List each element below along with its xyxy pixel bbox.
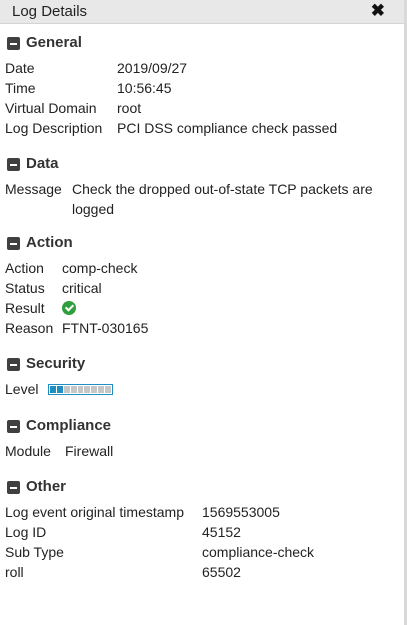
section-other: Other Log event original timestamp 15695… [0,477,400,582]
section-action: Action Action comp-check Status critical… [0,233,400,338]
section-security-header[interactable]: Security [0,354,400,376]
field-row-virtual-domain: Virtual Domain root [0,98,400,118]
section-security: Security Level [0,354,400,399]
field-value: 65502 [202,564,241,580]
collapse-icon[interactable] [7,158,20,171]
section-data: Data Message Check the dropped out-of-st… [0,154,400,219]
field-value: 45152 [202,524,241,540]
field-label: Reason [5,320,54,336]
field-label: roll [5,564,24,580]
field-value: root [117,100,142,116]
security-level-bar [48,384,113,395]
level-segment [50,386,56,393]
level-segment [105,386,112,393]
field-row-action: Action comp-check [0,258,400,278]
field-value: comp-check [62,260,138,276]
field-value: compliance-check [202,544,315,560]
field-label: Log event original timestamp [5,504,184,520]
check-circle-icon [62,301,76,315]
field-value: 1569553005 [202,504,280,520]
field-value: 10:56:45 [117,80,172,96]
field-value: 2019/09/27 [117,60,188,76]
field-row-module: Module Firewall [0,441,400,461]
section-compliance-header[interactable]: Compliance [0,416,400,438]
field-row-level: Level [0,379,400,399]
dialog-title: Log Details [12,3,88,20]
field-label: Sub Type [5,544,64,560]
field-row-log-id: Log ID 45152 [0,522,400,542]
level-segment [63,386,70,393]
field-label: Date [5,60,35,76]
collapse-icon[interactable] [7,37,20,50]
field-row-result: Result [0,298,400,318]
level-segment [56,386,63,393]
section-general: General Date 2019/09/27 Time 10:56:45 Vi… [0,33,400,138]
section-data-header[interactable]: Data [0,154,400,176]
field-label: Result [5,300,45,316]
field-label: Time [5,80,36,96]
dialog-title-bar: Log Details ✖ [0,0,407,24]
section-title: Other [26,478,67,495]
collapse-icon[interactable] [7,358,20,371]
collapse-icon[interactable] [7,481,20,494]
collapse-icon[interactable] [7,420,20,433]
field-label: Status [5,280,45,296]
section-other-header[interactable]: Other [0,477,400,499]
field-value: Check the dropped out-of-state TCP packe… [72,181,373,217]
field-value: Firewall [65,443,114,459]
field-row-date: Date 2019/09/27 [0,58,400,78]
field-label: Module [5,443,51,459]
field-label: Log ID [5,524,47,540]
field-value: critical [62,280,102,296]
section-general-header[interactable]: General [0,33,400,55]
section-action-header[interactable]: Action [0,233,400,255]
field-row-time: Time 10:56:45 [0,78,400,98]
level-segment [77,386,84,393]
section-title: Data [26,155,59,172]
field-value: PCI DSS compliance check passed [117,120,338,136]
section-compliance: Compliance Module Firewall [0,416,400,461]
section-title: Security [26,355,86,372]
field-value: FTNT-030165 [62,320,149,336]
field-row-roll: roll 65502 [0,562,400,582]
field-row-message: Message Check the dropped out-of-state T… [0,179,400,219]
field-row-status: Status critical [0,278,400,298]
field-row-sub-type: Sub Type compliance-check [0,542,400,562]
field-label: Message [5,181,62,197]
field-row-reason: Reason FTNT-030165 [0,318,400,338]
field-row-log-description: Log Description PCI DSS compliance check… [0,118,400,138]
field-label: Virtual Domain [5,100,97,116]
section-title: Action [26,234,73,251]
section-title: General [26,34,82,51]
section-title: Compliance [26,417,112,434]
field-label: Log Description [5,120,103,136]
level-segment [70,386,77,393]
field-label: Level [5,381,39,397]
level-segment [98,386,105,393]
level-segment [84,386,91,393]
field-label: Action [5,260,44,276]
field-row-log-event-timestamp: Log event original timestamp 1569553005 [0,502,400,522]
collapse-icon[interactable] [7,237,20,250]
close-icon[interactable]: ✖ [371,1,385,21]
level-segment [91,386,98,393]
